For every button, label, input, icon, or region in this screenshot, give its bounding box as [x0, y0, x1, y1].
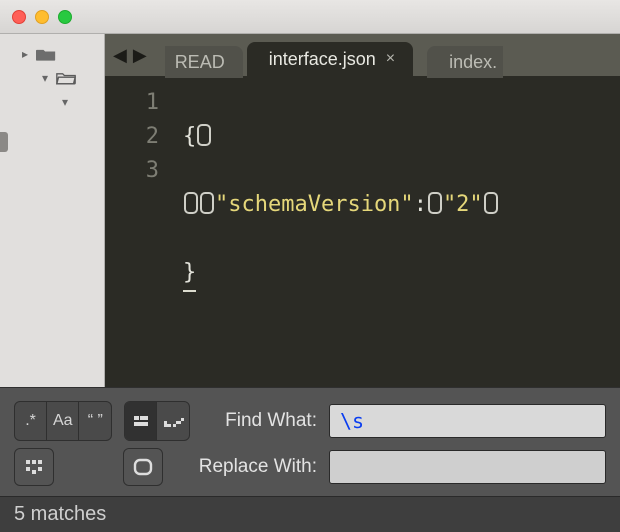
find-scope-group: [124, 401, 190, 441]
wrap-toggle-button[interactable]: [157, 402, 189, 440]
whitespace-match-marker: [184, 192, 198, 214]
tab-interface-json[interactable]: interface.json ×: [247, 42, 413, 76]
line-number: 2: [105, 120, 159, 154]
status-bar: 5 matches: [0, 496, 620, 532]
replace-all-icon: [23, 457, 45, 477]
whitespace-match-marker: [484, 192, 498, 214]
code-json-key: "schemaVersion": [215, 192, 414, 217]
whitespace-match-marker: [197, 124, 211, 146]
tree-row[interactable]: [0, 90, 104, 114]
code-colon: :: [414, 192, 427, 217]
file-tree-sidebar: [0, 34, 105, 387]
window-minimize-button[interactable]: [35, 10, 49, 24]
match-count: 5 matches: [14, 503, 106, 526]
tab-label: interface.json: [269, 49, 376, 70]
code-brace: }: [183, 256, 196, 292]
code-brace: {: [183, 124, 196, 149]
case-icon: Aa: [53, 412, 73, 430]
regex-icon: .*: [25, 412, 36, 430]
quotes-icon: “ ”: [88, 412, 103, 430]
sidebar-handle[interactable]: [0, 132, 8, 152]
find-replace-panel: .* Aa “ ” Find What: Replace With:: [0, 387, 620, 496]
preserve-case-toggle-button[interactable]: [123, 448, 163, 486]
whole-word-toggle-button[interactable]: “ ”: [79, 402, 111, 440]
tab-close-icon[interactable]: ×: [386, 50, 395, 68]
tab-bar: ◀ ▶ READ interface.json × index.: [105, 34, 620, 76]
replace-label: Replace With:: [175, 456, 317, 478]
window-close-button[interactable]: [12, 10, 26, 24]
window-zoom-button[interactable]: [58, 10, 72, 24]
wrap-icon: [162, 412, 184, 430]
find-options-group: .* Aa “ ”: [14, 401, 112, 441]
disclosure-right-icon: [18, 47, 32, 61]
nav-forward-icon[interactable]: ▶: [133, 45, 147, 66]
replace-all-button[interactable]: [14, 448, 54, 486]
tab-index[interactable]: index.: [427, 46, 503, 78]
in-selection-toggle-button[interactable]: [125, 402, 157, 440]
regex-toggle-button[interactable]: .*: [15, 402, 47, 440]
disclosure-down-icon: [38, 71, 52, 85]
tab-label: index.: [449, 52, 497, 73]
whitespace-match-marker: [200, 192, 214, 214]
tab-label: READ: [175, 52, 225, 73]
whitespace-match-marker: [428, 192, 442, 214]
window-titlebar: [0, 0, 620, 34]
find-label: Find What:: [202, 410, 317, 432]
code-area[interactable]: { "schemaVersion": "2" }: [175, 76, 620, 387]
selection-icon: [131, 411, 151, 431]
editor-body[interactable]: 1 2 3 { "schemaVersion": "2" }: [105, 76, 620, 387]
nav-back-icon[interactable]: ◀: [113, 45, 127, 66]
code-json-value: "2": [443, 192, 483, 217]
case-sensitive-toggle-button[interactable]: Aa: [47, 402, 79, 440]
line-number: 3: [105, 154, 159, 188]
find-input[interactable]: [329, 404, 606, 438]
line-gutter: 1 2 3: [105, 76, 175, 387]
tree-row[interactable]: [0, 66, 104, 90]
rounded-rect-icon: [132, 457, 154, 477]
editor-panel: ◀ ▶ READ interface.json × index. 1 2 3 {…: [105, 34, 620, 387]
folder-open-icon: [56, 71, 76, 85]
tab-history-nav: ◀ ▶: [113, 45, 147, 66]
disclosure-down-icon: [58, 95, 72, 109]
tab-readme[interactable]: READ: [165, 46, 243, 78]
tree-row[interactable]: [0, 42, 104, 66]
replace-input[interactable]: [329, 450, 606, 484]
line-number: 1: [105, 86, 159, 120]
folder-icon: [36, 47, 56, 61]
